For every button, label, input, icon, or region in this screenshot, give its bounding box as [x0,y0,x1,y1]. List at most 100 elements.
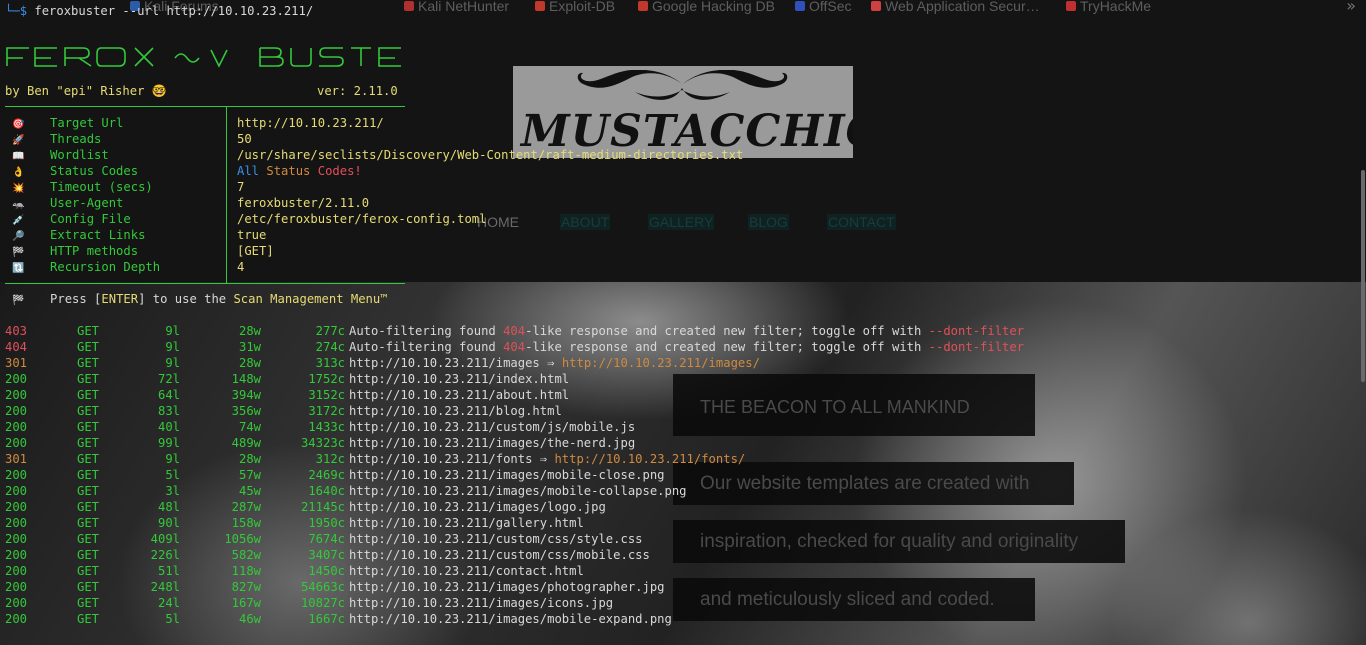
word-count: 394w [231,388,261,402]
result-row: 200 GET 72l 148w 1752c http://10.10.23.211/in… [0,371,1360,387]
config-value-text: feroxbuster/2.11.0 [237,196,370,210]
word-count: 158w [231,516,261,530]
char-count: 3407c [308,548,345,562]
recursion-icon: 🔃 [12,263,25,274]
http-method: GET [77,484,100,498]
config-value: /usr/share/seclists/Discovery/Web-Conten… [237,147,743,163]
command-text: feroxbuster --url http://10.10.23.211/ [34,4,314,18]
word-count: 148w [231,372,261,386]
config-label: User-Agent [50,196,124,210]
config-value: http://10.10.23.211/ [237,115,384,131]
http-method: GET [77,580,100,594]
http-method: GET [77,452,100,466]
result-url: http://10.10.23.211/custom/css/mobile.cs… [349,547,650,563]
http-method: GET [77,388,100,402]
result-row: 200 GET 24l 167w 10827c http://10.10.23.211/i… [0,595,1360,611]
http-method: GET [77,324,100,338]
status-code: 403 [5,324,28,338]
result-url: http://10.10.23.211/gallery.html [349,515,584,531]
result-row: 200 GET 409l 1056w 7674c http://10.10.23.211/… [0,531,1360,547]
config-label-cell: 🔃 Recursion Depth [12,259,160,277]
scan-menu-text: Scan Management Menu™ [233,292,388,306]
status-code: 200 [5,420,28,434]
result-row: 200 GET 3l 45w 1640c http://10.10.23.211/imag… [0,483,1360,499]
divider [5,106,405,107]
word-count: 827w [231,580,261,594]
status-code: 301 [5,452,28,466]
flag-icon: 🏁 [12,295,25,306]
status-code: 200 [5,516,28,530]
status-code: 200 [5,548,28,562]
char-count: 1950c [308,516,345,530]
line-count: 72l [157,372,180,386]
config-value: /etc/feroxbuster/ferox-config.toml [237,211,486,227]
config-label: Status Codes [50,164,139,178]
result-url: http://10.10.23.211/images/mobile-expand… [349,611,672,627]
url-text: http://10.10.23.211/custom/css/mobile.cs… [349,548,650,562]
http-method: GET [77,436,100,450]
config-label: Timeout (secs) [50,180,153,194]
line-count: 409l [150,532,180,546]
url-text: http://10.10.23.211/about.html [349,388,570,402]
redirect-url: http://10.10.23.211/images/ [561,356,760,370]
status-code: 200 [5,484,28,498]
screen: MUSTACCHIO HOME ABOUT GALLERY BLOG CONTA… [0,0,1366,645]
config-label: Target Url [50,116,124,130]
config-value-text: 50 [237,132,252,146]
config-value-text: 7 [237,180,245,194]
result-url: http://10.10.23.211/images/photographer.… [349,579,665,595]
filter-code: 404 [503,340,526,354]
url-text: http://10.10.23.211/images/mobile-expand… [349,612,672,626]
result-row: 200 GET 64l 394w 3152c http://10.10.23.211/ab… [0,387,1360,403]
status-code: 200 [5,580,28,594]
line-count: 5l [165,468,180,482]
config-label: Config File [50,212,131,226]
char-count: 312c [315,452,345,466]
status-code: 200 [5,404,28,418]
result-url: http://10.10.23.211/contact.html [349,563,584,579]
char-count: 7674c [308,532,345,546]
version: ver: 2.11.0 [317,83,398,99]
prompt-symbol: $ [19,4,28,18]
word-count: 45w [238,484,261,498]
byline-text: by Ben "epi" Risher 🤓 [5,84,167,98]
line-count: 3l [165,484,180,498]
url-text: http://10.10.23.211/blog.html [349,404,562,418]
char-count: 3152c [308,388,345,402]
result-message: Auto-filtering found [349,324,504,338]
word-count: 57w [238,468,261,482]
word-count: 31w [238,340,261,354]
config-value: feroxbuster/2.11.0 [237,195,369,211]
version-text: ver: 2.11.0 [317,84,398,98]
line-count: 90l [157,516,180,530]
terminal[interactable]: └─$ feroxbuster --url http://10.10.23.21… [0,0,1366,645]
redirect-url: http://10.10.23.211/fonts/ [554,452,746,466]
config-value-text: http://10.10.23.211/ [237,116,384,130]
word-count: 287w [231,500,261,514]
line-count: 40l [157,420,180,434]
config-label: Threads [50,132,102,146]
http-method: GET [77,420,100,434]
result-row: 301 GET 9l 28w 313c http://10.10.23.211/image… [0,355,1360,371]
enter-key: ENTER [101,292,139,306]
terminal-scrollbar[interactable] [1361,170,1365,382]
char-count: 1450c [308,564,345,578]
config-value: true [237,227,266,243]
http-method: GET [77,532,100,546]
byline: by Ben "epi" Risher 🤓 [5,83,167,99]
press-text-a: Press [ [50,292,102,306]
result-message: Auto-filtering found [349,340,504,354]
redirect-arrow: ⇒ [547,356,555,370]
char-count: 277c [315,324,345,338]
line-count: 9l [165,324,180,338]
result-row: 200 GET 83l 356w 3172c http://10.10.23.211/bl… [0,403,1360,419]
http-method: GET [77,356,100,370]
line-count: 248l [150,580,180,594]
word-count: 1056w [224,532,261,546]
result-row: 200 GET 5l 46w 1667c http://10.10.23.211/imag… [0,611,1360,627]
line-count: 99l [157,436,180,450]
line-count: 9l [165,340,180,354]
url-text: http://10.10.23.211/images/photographer.… [349,580,665,594]
status-code: 200 [5,436,28,450]
char-count: 1640c [308,484,345,498]
